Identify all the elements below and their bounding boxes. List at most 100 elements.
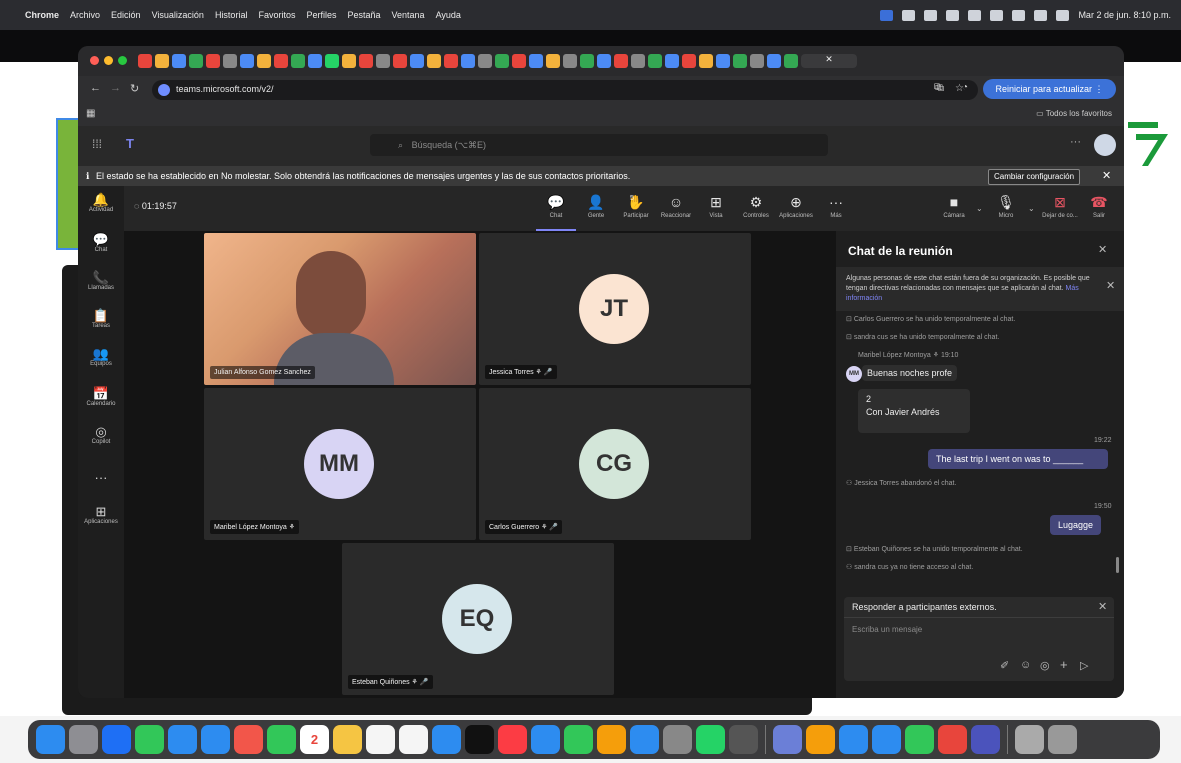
sidebar-item-copilot[interactable]: ◎ Copilot [78, 424, 124, 445]
browser-tab[interactable] [563, 54, 577, 68]
browser-tab[interactable] [631, 54, 645, 68]
browser-tab[interactable] [784, 54, 798, 68]
dock-app-icon[interactable] [729, 725, 758, 754]
menu-visualizacion[interactable]: Visualización [152, 10, 204, 20]
dock-app-icon[interactable] [938, 725, 967, 754]
dock-app-icon[interactable] [432, 725, 461, 754]
back-icon[interactable]: ← [90, 82, 101, 94]
sidebar-item-equipos[interactable]: 👥 Equipos [78, 346, 124, 367]
dock-app-icon[interactable] [839, 725, 868, 754]
format-icon[interactable]: ✐ [1000, 659, 1009, 672]
browser-tab[interactable] [665, 54, 679, 68]
dock-app-icon[interactable] [564, 725, 593, 754]
extensions-icon[interactable]: ⧉ [934, 82, 941, 93]
dock-app-icon[interactable] [366, 725, 395, 754]
browser-tab[interactable] [699, 54, 713, 68]
attach-plus-icon[interactable]: + [1060, 657, 1068, 672]
dock-app-icon[interactable] [1048, 725, 1077, 754]
chat-message-own[interactable]: Lugagge [1050, 515, 1102, 535]
menubar-clock[interactable]: Mar 2 de jun. 8:10 p.m. [1078, 10, 1171, 20]
dock-app-icon[interactable] [531, 725, 560, 754]
leave-button[interactable]: ☎ Salir [1084, 186, 1114, 219]
teams-tray-icon[interactable] [902, 9, 916, 21]
sidebar-item-aplicaciones[interactable]: ⊞ Aplicaciones [78, 504, 124, 525]
calendar-icon[interactable]: 2 [300, 725, 329, 754]
menu-perfiles[interactable]: Perfiles [306, 10, 336, 20]
participant-tile[interactable]: Julian Alfonso Gomez Sanchez [204, 233, 476, 385]
participant-tile[interactable]: MM Maribel López Montoya ⚘ [204, 388, 476, 540]
browser-tab[interactable] [478, 54, 492, 68]
browser-tab[interactable] [359, 54, 373, 68]
browser-tab[interactable] [767, 54, 781, 68]
sidebar-item-actividad[interactable]: 🔔 Actividad [78, 192, 124, 213]
mic-button[interactable]: 🎙 Micro [986, 186, 1026, 219]
browser-tab[interactable] [614, 54, 628, 68]
control-center-icon[interactable] [1056, 9, 1070, 21]
restart-update-button[interactable]: Reiniciar para actualizar ⋮ [983, 79, 1116, 99]
close-icon[interactable]: ✕ [1102, 166, 1111, 186]
menu-archivo[interactable]: Archivo [70, 10, 100, 20]
spotlight-icon[interactable] [1034, 9, 1048, 21]
sidebar-item-calendario[interactable]: 📅 Calendario [78, 386, 124, 407]
avatar[interactable] [1094, 134, 1116, 156]
tab-strip[interactable]: ✕ [138, 54, 1124, 68]
sidebar-item-more[interactable]: ··· [78, 470, 124, 485]
dock-app-icon[interactable] [696, 725, 725, 754]
camera-chevron-icon[interactable]: ⌄ [976, 204, 983, 213]
dock-app-icon[interactable] [806, 725, 835, 754]
browser-tab[interactable] [155, 54, 169, 68]
dock-app-icon[interactable] [234, 725, 263, 754]
dock-app-icon[interactable] [872, 725, 901, 754]
browser-tab[interactable] [597, 54, 611, 68]
forward-icon[interactable]: → [110, 82, 121, 94]
chat-message[interactable]: Buenas noches profe [862, 365, 958, 381]
browser-tab[interactable] [393, 54, 407, 68]
site-info-icon[interactable] [158, 84, 170, 96]
menu-pestana[interactable]: Pestaña [347, 10, 380, 20]
browser-tab[interactable] [342, 54, 356, 68]
browser-tab[interactable] [546, 54, 560, 68]
timer-icon[interactable] [968, 9, 982, 21]
keyboard-layout-icon[interactable] [924, 9, 938, 21]
dock-app-icon[interactable] [333, 725, 362, 754]
dock-app-icon[interactable] [663, 725, 692, 754]
browser-tab[interactable] [427, 54, 441, 68]
tool-react-button[interactable]: ☺ Reaccionar [656, 186, 696, 219]
dock-app-icon[interactable] [69, 725, 98, 754]
active-tab[interactable]: ✕ [801, 54, 857, 68]
browser-tab[interactable] [495, 54, 509, 68]
tool-apps-button[interactable]: ⊕ Aplicaciones [776, 186, 816, 219]
browser-tab[interactable] [733, 54, 747, 68]
browser-tab[interactable] [716, 54, 730, 68]
participant-tile[interactable]: JT Jessica Torres ⚘ 🎤 [479, 233, 751, 385]
send-icon[interactable]: ▷ [1080, 659, 1088, 672]
tool-view-button[interactable]: ⊞ Vista [696, 186, 736, 219]
chat-scrollbar[interactable] [1116, 557, 1119, 573]
browser-tab[interactable] [206, 54, 220, 68]
browser-tab[interactable] [444, 54, 458, 68]
sidebar-item-tareas[interactable]: 📋 Tareas [78, 308, 124, 329]
menu-chrome[interactable]: Chrome [25, 10, 59, 20]
dock-app-icon[interactable] [267, 725, 296, 754]
transfer-icon[interactable] [946, 9, 960, 21]
browser-tab[interactable] [274, 54, 288, 68]
search-input[interactable]: ⌕ Búsqueda (⌥⌘E) [370, 134, 828, 156]
browser-tab[interactable] [291, 54, 305, 68]
menu-edicion[interactable]: Edición [111, 10, 141, 20]
browser-tab[interactable] [529, 54, 543, 68]
url-text[interactable]: teams.microsoft.com/v2/ [176, 84, 274, 94]
tool-people-button[interactable]: 👤 Gente [576, 186, 616, 219]
apps-grid-icon[interactable]: ▦ [86, 108, 95, 119]
wifi-icon[interactable] [1012, 9, 1026, 21]
minimize-window-icon[interactable] [104, 56, 113, 65]
tool-more-button[interactable]: ··· Más [816, 186, 856, 219]
stop-share-button[interactable]: ⊠ Dejar de co... [1034, 186, 1086, 219]
dock-app-icon[interactable] [498, 725, 527, 754]
dock-app-icon[interactable] [905, 725, 934, 754]
sidebar-item-chat[interactable]: 💬 Chat [78, 232, 124, 253]
reload-icon[interactable]: ↻ [130, 82, 139, 95]
dock-app-icon[interactable] [971, 725, 1000, 754]
battery-icon[interactable] [990, 9, 1004, 21]
dock-app-icon[interactable] [135, 725, 164, 754]
menu-ayuda[interactable]: Ayuda [436, 10, 461, 20]
